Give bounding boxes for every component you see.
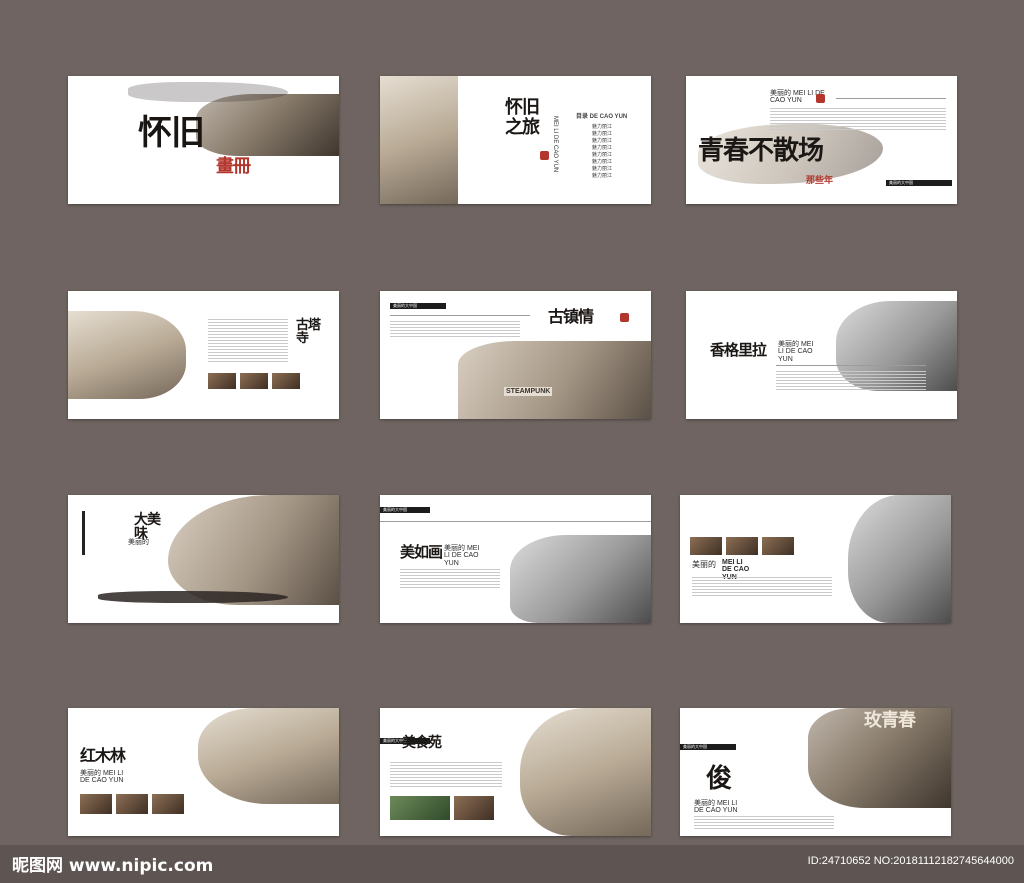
- street-photo: [198, 708, 339, 804]
- ink-brush-stroke: [128, 82, 288, 102]
- thumbnail: [726, 537, 758, 555]
- red-seal: [620, 313, 629, 322]
- body-text: [400, 569, 500, 589]
- brochure-card-3: 美丽的 MEI LI DE CAO YUN 青春不散场 那些年 美丽的大中国: [686, 76, 957, 204]
- body-text: [390, 321, 520, 337]
- brochure-card-5: 美丽的大中国 古镇情 STEAMPUNK: [380, 291, 651, 419]
- brochure-card-10: 红木林 美丽的 MEI LI DE CAO YUN: [68, 708, 339, 836]
- card-subtitle: 美丽的 MEI LI DE CAO YUN: [80, 770, 124, 785]
- thumbnail: [690, 537, 722, 555]
- thumbnail: [390, 796, 450, 820]
- brochure-card-11: 美丽的大中国 美食苑: [380, 708, 651, 836]
- vertical-caption: [82, 511, 85, 555]
- divider: [390, 315, 530, 316]
- card-title: 怀旧之旅: [505, 97, 540, 138]
- steampunk-photo: [458, 341, 651, 419]
- label-bar: 美丽的大中国: [886, 180, 952, 186]
- card-title: 美如画: [400, 543, 443, 561]
- body-text: [692, 577, 832, 597]
- site-logo: 昵图网 www.nipic.com: [12, 856, 214, 876]
- toc-item: 魅力丽江: [592, 159, 613, 165]
- card-title: 青春不散场: [698, 136, 824, 166]
- thumbnail: [152, 794, 184, 814]
- sign-text: STEAMPUNK: [504, 387, 553, 397]
- brochure-card-7: 大美味 美丽的: [68, 495, 339, 623]
- thumbnail: [80, 794, 112, 814]
- brochure-card-12: 玫青春 美丽的大中国 俊 美丽的 MEI LI DE CAO YUN: [680, 708, 951, 836]
- card-title: 古镇情: [548, 307, 594, 326]
- bicycle-photo: [68, 311, 186, 399]
- toc-item: 魅力丽江: [592, 166, 613, 172]
- divider: [776, 365, 926, 366]
- divider: [380, 521, 651, 522]
- poster-title: 玫青春: [864, 710, 916, 731]
- stamp-text: 那些年: [806, 175, 834, 185]
- card-subtitle: 美丽的 MEI LI DE CAO YUN: [444, 545, 480, 567]
- brochure-card-6: 香格里拉 美丽的 MEI LI DE CAO YUN: [686, 291, 957, 419]
- card-subtitle: 美丽的 MEI LI DE CAO YUN: [778, 341, 814, 363]
- card-title: 古塔寺: [296, 318, 321, 346]
- toc-item: 魅力丽江: [592, 173, 613, 179]
- card-title: 俊: [706, 764, 732, 794]
- train-photo: [196, 94, 339, 156]
- thumbnail: [208, 373, 236, 389]
- card-title: 大美味: [134, 512, 161, 542]
- red-seal: [816, 94, 825, 103]
- toc-heading: 目录 DE CAO YUN: [576, 114, 628, 120]
- card-title: 香格里拉: [710, 341, 767, 359]
- interior-photo: [168, 495, 339, 605]
- toc-item: 魅力丽江: [592, 124, 613, 130]
- card-title: 美丽的: [692, 560, 716, 569]
- building-photo: [520, 708, 651, 836]
- card-title: 美食苑: [402, 735, 442, 751]
- building-photo: [510, 535, 651, 623]
- toc-item: 魅力丽江: [592, 152, 613, 158]
- divider: [836, 98, 946, 99]
- thumbnail: [116, 794, 148, 814]
- brochure-card-4: 古塔寺: [68, 291, 339, 419]
- brochure-card-1: 怀旧 畫冊: [68, 76, 339, 204]
- label-bar: 美丽的大中国: [680, 744, 736, 750]
- brochure-card-2: 怀旧之旅 MEI LI DE CAO YUN 目录 DE CAO YUN 魅力丽…: [380, 76, 651, 204]
- body-text: [770, 108, 946, 130]
- thumbnail: [762, 537, 794, 555]
- vertical-caption: MEI LI DE CAO YUN: [552, 116, 558, 173]
- ink-brush-stroke: [98, 591, 288, 603]
- body-text: [776, 371, 926, 391]
- toc-item: 魅力丽江: [592, 138, 613, 144]
- label-bar: 美丽的大中国: [390, 303, 446, 309]
- street-photo: [380, 76, 458, 204]
- image-id: ID:24710652 NO:20181112182745644000: [807, 855, 1014, 867]
- toc-list: 魅力丽江 魅力丽江 魅力丽江 魅力丽江 魅力丽江 魅力丽江 魅力丽江 魅力丽江: [592, 124, 612, 180]
- body-text: [390, 762, 502, 788]
- body-text: [694, 816, 834, 830]
- toc-item: 魅力丽江: [592, 145, 613, 151]
- thumbnail: [272, 373, 300, 389]
- card-title: 红木林: [80, 746, 126, 765]
- label-bar: 美丽的大中国: [380, 507, 430, 513]
- card-subtitle: 美丽的 MEI LI DE CAO YUN: [694, 800, 738, 815]
- building-photo: [848, 495, 951, 623]
- thumbnail: [240, 373, 268, 389]
- thumbnail: [454, 796, 494, 820]
- card-subtitle: 美丽的: [128, 539, 149, 546]
- cover-title: 怀旧: [138, 113, 205, 153]
- body-text: [208, 319, 288, 363]
- toc-item: 魅力丽江: [592, 131, 613, 137]
- red-seal: [540, 151, 549, 160]
- brochure-card-9: 美丽的 MEI LI DE CAO YUN: [680, 495, 951, 623]
- cover-title-2: 畫冊: [216, 156, 251, 177]
- brochure-card-8: 美丽的大中国 美如画 美丽的 MEI LI DE CAO YUN: [380, 495, 651, 623]
